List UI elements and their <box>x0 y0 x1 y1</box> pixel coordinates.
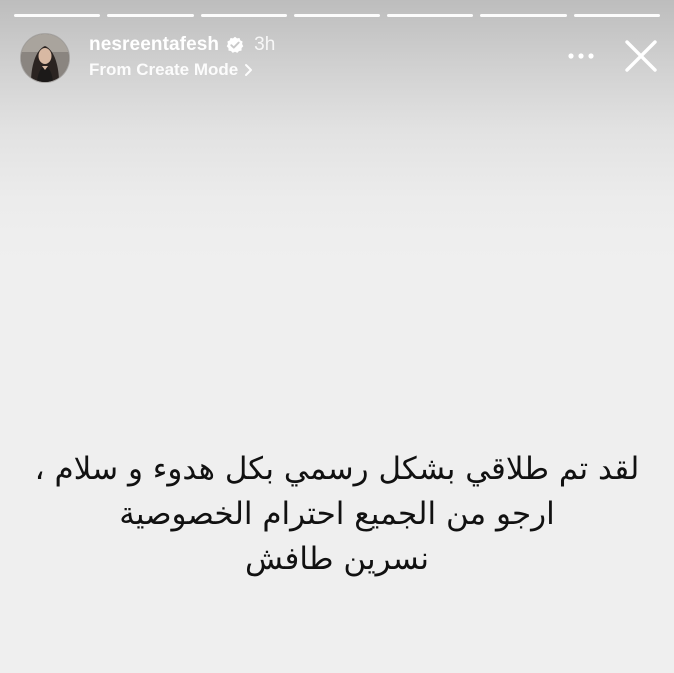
story-text: لقد تم طلاقي بشكل رسمي بكل هدوء و سلام ،… <box>20 447 654 582</box>
chevron-right-icon <box>245 64 253 76</box>
progress-segment <box>107 14 194 17</box>
story-author-row: nesreentafesh 3h <box>89 33 275 57</box>
story-text-line-1: لقد تم طلاقي بشكل رسمي بكل هدوء و سلام ، <box>34 451 640 487</box>
close-button[interactable] <box>621 36 661 76</box>
avatar[interactable] <box>20 33 70 83</box>
progress-segment <box>200 14 287 17</box>
create-mode-label: From Create Mode <box>89 60 239 79</box>
progress-segment <box>387 14 474 17</box>
progress-segment <box>293 14 381 17</box>
progress-segment <box>14 14 101 17</box>
story-progress-bar <box>14 14 660 17</box>
create-mode-link[interactable]: From Create Mode <box>89 59 253 81</box>
more-horizontal-icon <box>568 53 594 59</box>
username[interactable]: nesreentafesh <box>89 34 219 56</box>
post-time: 3h <box>254 34 276 55</box>
story-viewer: nesreentafesh 3h From Create Mode لقد تم… <box>0 0 674 673</box>
more-options-button[interactable] <box>561 46 601 66</box>
progress-segment <box>480 14 567 17</box>
story-text-line-3: نسرين طافش <box>245 541 429 577</box>
profile-photo-icon <box>21 34 69 82</box>
progress-segment <box>573 14 660 17</box>
close-icon <box>625 40 657 72</box>
story-text-line-2: ارجو من الجميع احترام الخصوصية <box>119 496 555 532</box>
verified-badge-icon <box>226 36 244 53</box>
